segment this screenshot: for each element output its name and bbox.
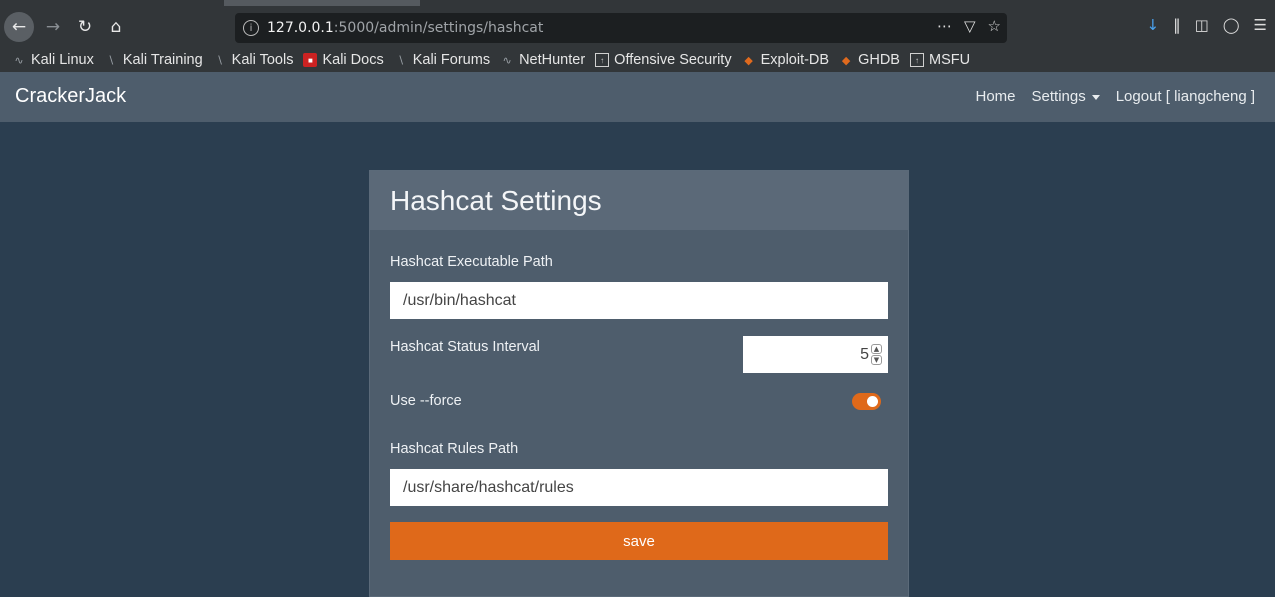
bookmark-nethunter[interactable]: ∿ NetHunter [500, 52, 585, 68]
sidebar-icon[interactable]: ◫ [1195, 16, 1209, 34]
bookmark-kali-linux[interactable]: ∿ Kali Linux [12, 52, 93, 68]
use-force-label: Use --force [390, 393, 462, 409]
kali-dragon-icon: ∖ [397, 54, 405, 67]
exploit-db-icon: ◆ [744, 54, 753, 67]
hashcat-settings-card: Hashcat Settings Hashcat Executable Path… [369, 170, 909, 597]
page-title: Hashcat Settings [390, 184, 602, 216]
url-bar[interactable]: i 127.0.0.1:5000/admin/settings/hashcat … [235, 13, 1007, 43]
docs-icon: ■ [303, 53, 318, 67]
more-icon[interactable]: ⋯ [937, 17, 952, 35]
bookmark-ghdb[interactable]: ◆ GHDB [839, 52, 900, 68]
caret-down-icon [1091, 94, 1100, 100]
bookmark-kali-docs[interactable]: ■ Kali Docs [303, 52, 384, 68]
pocket-icon[interactable]: ▽ [964, 17, 976, 35]
spin-up-icon[interactable]: ▲ [871, 344, 882, 354]
url-actions: ⋯ ▽ ☆ [937, 17, 1001, 35]
exec-path-label: Hashcat Executable Path [390, 254, 553, 270]
status-interval-label: Hashcat Status Interval [390, 339, 540, 355]
info-icon[interactable]: i [243, 20, 259, 36]
number-spinner[interactable]: ▲ ▼ [871, 344, 882, 365]
save-button[interactable]: save [390, 522, 888, 560]
bookmark-kali-training[interactable]: ∖ Kali Training [104, 52, 202, 68]
active-tab-indicator [224, 0, 420, 6]
kali-dragon-icon: ∿ [14, 54, 24, 67]
nethunter-icon: ∿ [502, 54, 512, 67]
url-path: :5000/admin/settings/hashcat [333, 20, 544, 36]
rules-path-input[interactable] [390, 469, 888, 506]
bookmark-star-icon[interactable]: ☆ [988, 17, 1001, 35]
back-arrow-icon[interactable]: ← [4, 12, 34, 42]
browser-toolbar: ← → ↻ ⌂ i 127.0.0.1:5000/admin/settings/… [0, 8, 1275, 48]
download-icon[interactable]: ↓ [1146, 16, 1159, 34]
card-header: Hashcat Settings [370, 171, 908, 230]
account-icon[interactable]: ◯ [1223, 16, 1240, 34]
toolbar-right: ↓ ‖ ◫ ◯ ☰ [1146, 16, 1275, 34]
url-host: 127.0.0.1 [267, 20, 334, 36]
kali-dragon-icon: ∖ [107, 54, 115, 67]
nav-links: Home Settings Logout [ liangcheng ] [976, 88, 1256, 105]
reload-icon[interactable]: ↻ [70, 12, 100, 42]
library-icon[interactable]: ‖ [1173, 16, 1181, 34]
spin-down-icon[interactable]: ▼ [871, 355, 882, 365]
nav-settings-label: Settings [1031, 88, 1086, 105]
nav-settings-dropdown[interactable]: Settings [1032, 88, 1100, 105]
bookmark-msfu[interactable]: ↑ MSFU [909, 52, 970, 68]
kali-dragon-icon: ∖ [216, 54, 224, 67]
ghdb-icon: ◆ [841, 54, 851, 67]
brand-link[interactable]: CrackerJack [15, 85, 126, 108]
bookmark-exploit-db[interactable]: ◆ Exploit-DB [742, 52, 829, 68]
status-interval-value: 5 [860, 345, 869, 363]
toggle-knob [867, 396, 878, 407]
nav-home[interactable]: Home [976, 88, 1016, 105]
browser-chrome: ← → ↻ ⌂ i 127.0.0.1:5000/admin/settings/… [0, 0, 1275, 72]
forward-arrow-icon[interactable]: → [38, 12, 68, 42]
use-force-toggle[interactable] [852, 393, 881, 410]
menu-icon[interactable]: ☰ [1254, 16, 1267, 34]
rules-path-label: Hashcat Rules Path [390, 441, 519, 457]
bookmark-kali-forums[interactable]: ∖ Kali Forums [394, 52, 490, 68]
app-navbar: CrackerJack Home Settings Logout [ liang… [0, 72, 1275, 122]
home-icon[interactable]: ⌂ [101, 12, 131, 42]
bookmark-kali-tools[interactable]: ∖ Kali Tools [213, 52, 293, 68]
exec-path-input[interactable] [390, 282, 888, 319]
status-interval-input[interactable]: 5 ▲ ▼ [743, 336, 888, 373]
nav-logout[interactable]: Logout [ liangcheng ] [1116, 88, 1255, 105]
offsec-icon: ↑ [909, 53, 924, 67]
offsec-icon: ↑ [595, 53, 610, 67]
bookmarks-bar: ∿ Kali Linux ∖ Kali Training ∖ Kali Tools ■… [0, 49, 1275, 71]
bookmark-offensive-security[interactable]: ↑ Offensive Security [595, 52, 732, 68]
